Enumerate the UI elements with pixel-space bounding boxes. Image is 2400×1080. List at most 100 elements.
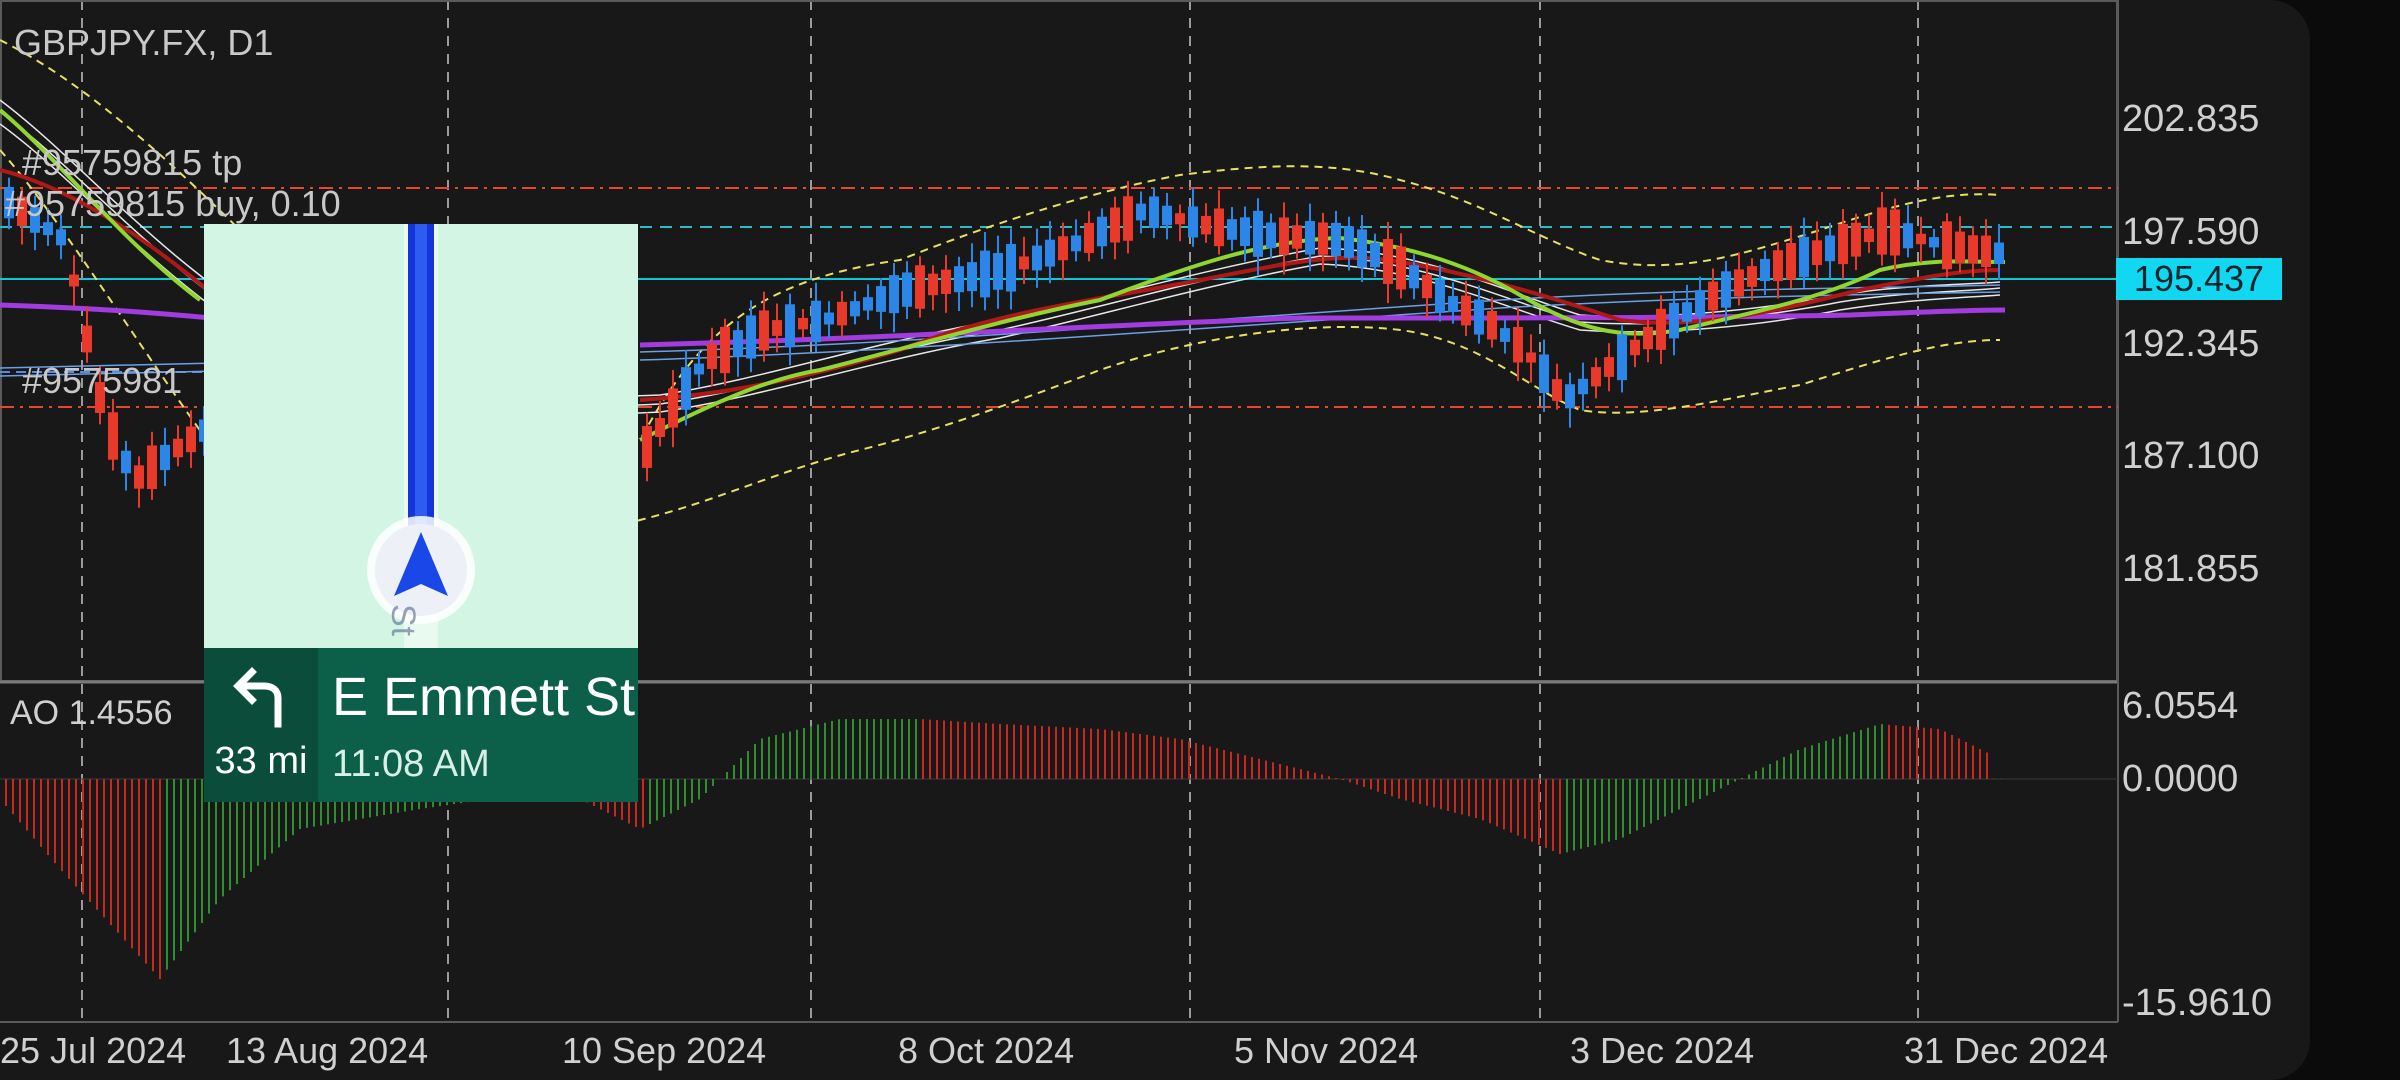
candle-body [1409,265,1419,289]
candle-body [850,301,860,317]
candle-body [1435,279,1445,313]
current-price-badge: 195.437 [2116,258,2282,300]
turn-left-icon [233,667,282,728]
candle-body [980,250,990,298]
navigation-map[interactable]: St [204,224,638,648]
candle-body [1487,310,1497,340]
candle-body [1539,354,1549,394]
candle-body [1019,256,1029,270]
candle-body [1266,222,1276,249]
price-tick: 187.100 [2122,435,2260,477]
candle-body [1929,237,1939,248]
candle-body [1760,258,1770,282]
candle-body [824,312,834,325]
candle-body [1305,221,1315,255]
candle-body [1175,213,1185,225]
candle-body [798,317,808,330]
candle-body [1331,222,1341,257]
candle-body [1058,236,1068,261]
candle-body [1721,271,1731,308]
candle-body [941,269,951,294]
candle-body [1643,326,1653,350]
candle-body [1474,299,1484,335]
date-tick: 31 Dec 2024 [1904,1030,2109,1071]
candle-body [1513,327,1523,363]
price-tick: 181.855 [2122,548,2260,590]
candle-body [668,388,678,428]
candle-body [915,265,925,309]
candle-body [1110,207,1120,243]
candle-body [134,465,144,489]
turn-panel: 33 mi [204,648,318,802]
candle-body [1786,243,1796,280]
price-tick: 197.590 [2122,211,2260,253]
candle-body [1045,239,1055,267]
candle-body [1448,296,1458,312]
candle-body [1864,228,1874,243]
candle-body [1747,266,1757,287]
ao-indicator-label: AO 1.4556 [10,694,173,732]
candle-body [82,325,92,353]
candle-body [811,300,821,343]
candle-body [1461,295,1471,326]
candle-body [1812,240,1822,266]
candle-body [642,426,652,468]
candle-body [1955,231,1965,264]
candle-body [108,412,118,460]
candle-body [186,426,196,453]
candle-body [902,272,912,307]
candle-body [1604,357,1614,377]
candle-body [1084,222,1094,254]
candle-body [954,266,964,293]
candle-body [1396,246,1406,290]
candle-body [121,450,131,474]
candle-body [1318,222,1328,255]
date-tick: 10 Sep 2024 [562,1030,767,1071]
ao-tick: 0.0000 [2122,758,2239,800]
candle-body [720,326,730,374]
navigation-overlay[interactable]: St 33 mi E Emmett St 11:08 AM [204,224,638,802]
candle-body [889,275,899,314]
candle-body [1773,250,1783,282]
arrival-time: 11:08 AM [332,743,490,785]
candle-body [1500,328,1510,342]
candle-body [681,367,691,410]
candle-body [1292,225,1302,249]
candle-body [707,344,717,369]
svg-text:St: St [384,604,422,637]
candle-body [1188,206,1198,238]
candle-body [1851,222,1861,257]
candle-body [1708,281,1718,311]
candle-body [1136,203,1146,221]
candle-body [1838,223,1848,265]
candle-body [746,315,756,359]
candle-body [928,273,938,296]
candle-body [1123,196,1133,241]
candle-body [1877,207,1887,255]
candle-body [1578,378,1588,395]
candle-body [56,229,66,246]
date-tick: 13 Aug 2024 [226,1030,429,1071]
candle-body [1162,205,1172,226]
ao-tick: -15.9610 [2122,982,2273,1024]
candle-body [772,320,782,336]
candle-body [1201,215,1211,235]
candle-body [1253,210,1263,257]
order-tp-label: #95759815 tp [22,142,243,183]
candle-body [1825,235,1835,262]
ao-tick: 6.0554 [2122,685,2239,727]
candle-body [1214,208,1224,247]
candle-body [1591,367,1601,387]
candle-body [173,438,183,458]
price-tick: 192.345 [2122,323,2260,365]
candle-body [1149,196,1159,229]
candle-body [1097,216,1107,247]
navigation-instruction-bar[interactable]: 33 mi E Emmett St 11:08 AM [204,648,638,802]
candle-body [967,262,977,292]
candle-body [1669,302,1679,339]
order-line-label: #9575981 [22,360,183,401]
candle-body [876,286,886,312]
candle-body [759,310,769,351]
candle-body [1994,242,2004,265]
candle-body [1656,308,1666,350]
